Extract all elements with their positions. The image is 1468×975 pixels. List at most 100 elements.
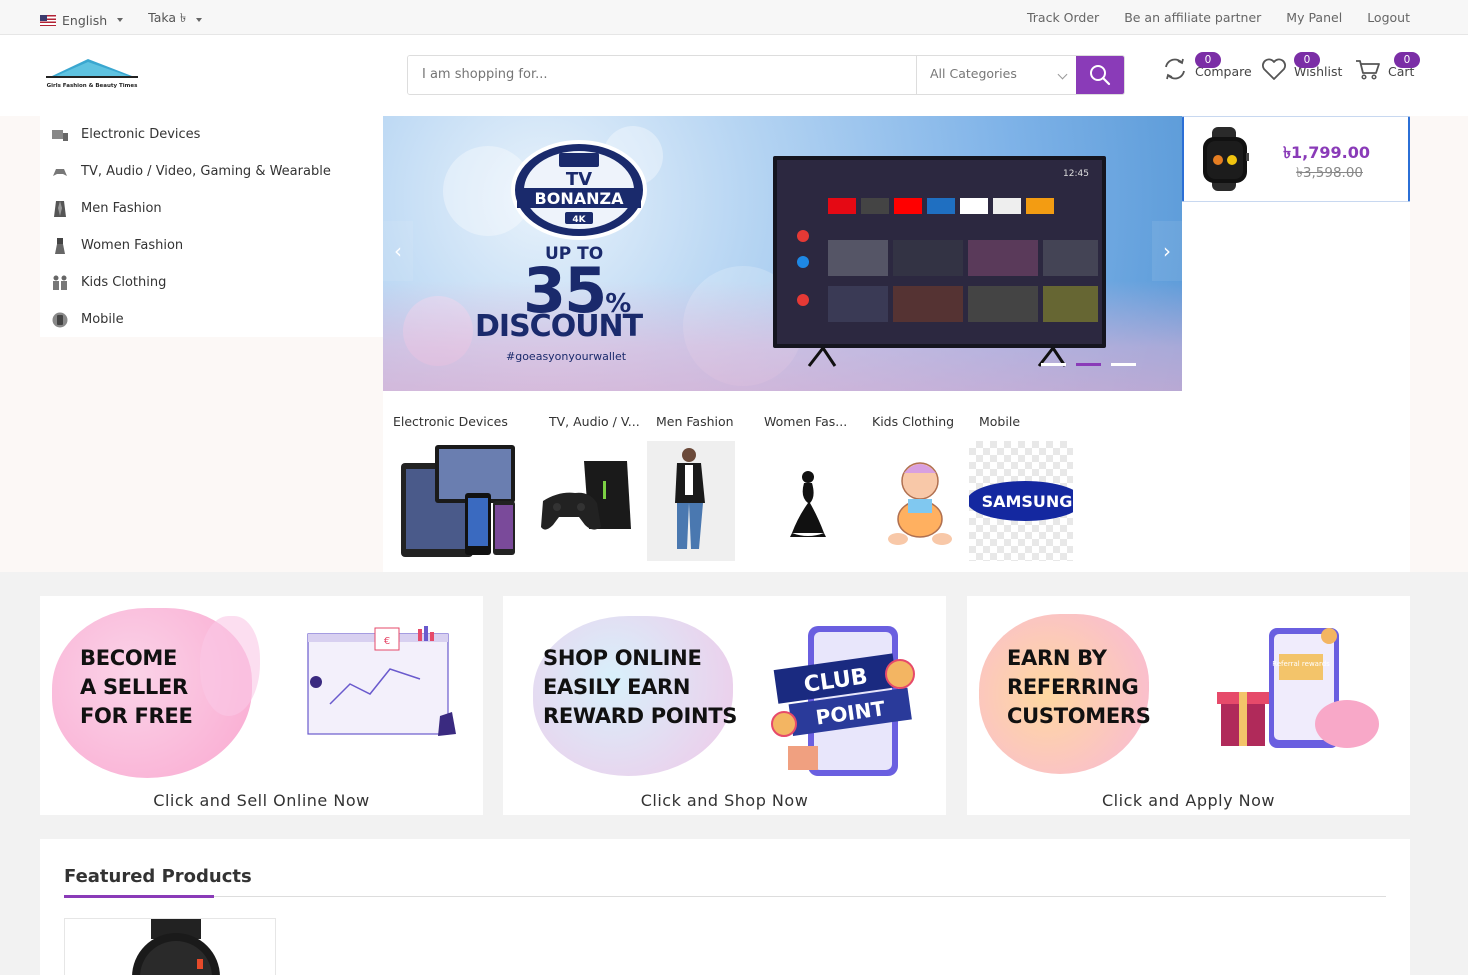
slider-next-button[interactable]: › xyxy=(1152,221,1182,281)
promo-headline: EARN BY REFERRING CUSTOMERS xyxy=(1007,646,1151,728)
electronics-image xyxy=(401,445,515,557)
promo-headline: BECOME A SELLER FOR FREE xyxy=(80,646,193,728)
hashtag-text: #goeasyonyourwallet xyxy=(506,350,627,363)
promo-headline: SHOP ONLINE EASILY EARN REWARD POINTS xyxy=(543,646,738,728)
cart-count-badge: 0 xyxy=(1394,52,1420,68)
promo-become-seller[interactable]: BECOME A SELLER FOR FREE € Click and Sel… xyxy=(40,596,483,815)
caret-down-icon xyxy=(196,18,203,22)
slider-dot-active[interactable] xyxy=(1076,363,1101,366)
wishlist-count-badge: 0 xyxy=(1294,52,1320,68)
promo-club-point[interactable]: SHOP ONLINE EASILY EARN REWARD POINTS CL… xyxy=(503,596,946,815)
sidebar-item-label: Electronic Devices xyxy=(81,127,201,142)
us-flag-icon xyxy=(40,14,56,26)
promo-referral[interactable]: EARN BY REFERRING CUSTOMERS Referral rew… xyxy=(967,596,1410,815)
slider-dot[interactable] xyxy=(1041,363,1066,366)
badge-sub-text: 4K xyxy=(572,215,586,225)
category-tile-label: Mobile xyxy=(979,414,1021,429)
chevron-down-icon xyxy=(1057,69,1068,80)
svg-text:€: € xyxy=(384,636,390,647)
sidebar-item-tv-audio[interactable]: TV, Audio / Video, Gaming & Wearable xyxy=(40,153,383,190)
mini-product-old-price: ৳3,598.00 xyxy=(1296,165,1363,181)
kids-image xyxy=(888,462,952,545)
category-tile-label: Kids Clothing xyxy=(872,414,955,429)
sidebar-item-men-fashion[interactable]: Men Fashion xyxy=(40,190,383,227)
caret-down-icon xyxy=(117,18,124,22)
featured-products-title: Featured Products xyxy=(64,866,252,887)
tv-image: 12:45 xyxy=(773,156,1106,367)
hero-slider[interactable]: TV BONANZA 4K UP TO 35% DISCOUNT #goeasy… xyxy=(383,116,1182,391)
search-button[interactable] xyxy=(1076,56,1124,94)
promo-cta: Click and Sell Online Now xyxy=(153,791,370,810)
club-point-illustration: CLUB POINT xyxy=(771,626,915,776)
category-tile-label: Women Fas... xyxy=(764,414,848,429)
my-panel-link[interactable]: My Panel xyxy=(1286,10,1342,25)
promo-cta: Click and Shop Now xyxy=(640,791,809,810)
discount-text: DISCOUNT xyxy=(475,309,643,344)
smartwatch-image xyxy=(132,919,220,975)
site-logo[interactable]: Girls Fashion & Beauty Times xyxy=(42,59,142,91)
seller-dashboard-illustration: € xyxy=(307,626,456,736)
sidebar-item-label: Women Fashion xyxy=(81,238,184,253)
sidebar-item-label: Kids Clothing xyxy=(81,275,167,290)
svg-text:12:45: 12:45 xyxy=(1063,169,1089,179)
sidebar-item-electronic-devices[interactable]: Electronic Devices xyxy=(40,116,383,153)
tv-bonanza-badge: TV BONANZA 4K xyxy=(511,140,647,240)
electronics-icon xyxy=(51,126,69,144)
category-sidebar: Electronic Devices TV, Audio / Video, Ga… xyxy=(40,116,383,337)
compare-button[interactable]: 0 Compare xyxy=(1161,52,1252,83)
mini-product-card[interactable]: ৳1,799.00 ৳3,598.00 xyxy=(1182,116,1410,202)
header: Girls Fashion & Beauty Times All Categor… xyxy=(0,35,1468,116)
compare-icon xyxy=(1161,55,1189,83)
cart-icon xyxy=(1354,55,1382,83)
sidebar-item-label: TV, Audio / Video, Gaming & Wearable xyxy=(81,164,331,179)
svg-text:Referral rewards: Referral rewards xyxy=(1272,660,1330,668)
category-select[interactable]: All Categories xyxy=(916,56,1076,94)
currency-label: Taka ৳ xyxy=(148,10,187,25)
logout-link[interactable]: Logout xyxy=(1367,10,1410,25)
sidebar-item-women-fashion[interactable]: Women Fashion xyxy=(40,227,383,264)
search-input[interactable] xyxy=(408,56,916,94)
sidebar-item-kids-clothing[interactable]: Kids Clothing xyxy=(40,264,383,301)
mobile-icon xyxy=(51,311,69,329)
top-bar: English Taka ৳ Track Order Be an affilia… xyxy=(0,0,1468,35)
category-tile-label: Electronic Devices xyxy=(393,414,508,429)
svg-text:SAMSUNG: SAMSUNG xyxy=(982,492,1073,511)
track-order-link[interactable]: Track Order xyxy=(1027,10,1099,25)
search-icon xyxy=(1090,65,1111,86)
compare-count-badge: 0 xyxy=(1195,52,1221,68)
language-selector[interactable]: English xyxy=(40,10,124,30)
slider-dot[interactable] xyxy=(1111,363,1136,366)
badge-main-text: BONANZA xyxy=(535,189,625,208)
gaming-icon xyxy=(51,163,69,181)
referral-illustration: Referral rewards xyxy=(1217,628,1379,748)
language-label: English xyxy=(62,12,108,28)
currency-selector[interactable]: Taka ৳ xyxy=(148,10,203,30)
kids-icon xyxy=(51,274,69,292)
wishlist-button[interactable]: 0 Wishlist xyxy=(1260,52,1342,83)
men-fashion-image xyxy=(647,441,735,561)
women-fashion-icon xyxy=(51,237,69,255)
logo-text: Girls Fashion & Beauty Times xyxy=(47,83,139,89)
slider-dots xyxy=(1041,363,1136,366)
heart-icon xyxy=(1260,55,1288,83)
badge-top-text: TV xyxy=(566,169,592,190)
gaming-console-image xyxy=(541,461,631,530)
sidebar-item-mobile[interactable]: Mobile xyxy=(40,301,383,338)
samsung-image: SAMSUNG xyxy=(967,441,1083,561)
category-tile-label: TV, Audio / V... xyxy=(549,414,640,429)
slider-prev-button[interactable]: ‹ xyxy=(383,221,413,281)
men-fashion-icon xyxy=(51,200,69,218)
women-fashion-image xyxy=(790,471,826,537)
promo-cta: Click and Apply Now xyxy=(1102,791,1275,810)
cart-button[interactable]: 0 Cart xyxy=(1354,52,1420,83)
affiliate-link[interactable]: Be an affiliate partner xyxy=(1124,10,1261,25)
smartwatch-image xyxy=(1203,127,1249,191)
search-bar: All Categories xyxy=(407,55,1125,95)
sidebar-item-label: Men Fashion xyxy=(81,201,162,216)
sidebar-item-label: Mobile xyxy=(81,312,124,327)
category-tiles: Electronic Devices TV, Audio / V... Men … xyxy=(383,391,1182,572)
category-select-label: All Categories xyxy=(930,66,1017,81)
featured-products-section: Featured Products xyxy=(40,839,1410,975)
category-tile-label: Men Fashion xyxy=(656,414,734,429)
product-card[interactable] xyxy=(64,918,276,975)
